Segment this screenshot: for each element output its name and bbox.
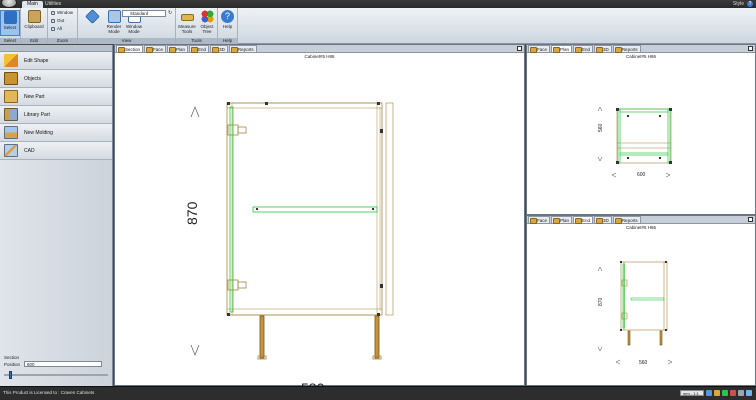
- ruler-icon: [180, 14, 194, 21]
- settings-icon[interactable]: [738, 390, 744, 396]
- refresh-icon[interactable]: ↻: [168, 10, 172, 16]
- end-dim-height: 870: [598, 297, 604, 306]
- tool-edit-shape[interactable]: Edit Shape: [0, 52, 112, 70]
- shelf: [252, 206, 378, 213]
- main-viewport[interactable]: Section Face Plan End 3D Reports Cabinet#5 H8…: [114, 44, 525, 387]
- section-slider-track: [4, 374, 108, 376]
- zoom-all-icon: [51, 27, 55, 31]
- end-drawing: 870 560: [597, 261, 673, 366]
- view-style-select[interactable]: Standard: [122, 10, 166, 17]
- status-bar: This Product is Licensed to : Craven Cab…: [0, 386, 756, 400]
- tool-cad[interactable]: CAD: [0, 142, 112, 160]
- leg-left: [259, 315, 265, 359]
- ortho-icon[interactable]: [722, 390, 728, 396]
- ribbon-group-edit: Clipboard Edit: [21, 8, 48, 44]
- question-icon: ?: [221, 10, 234, 23]
- application-menu-button[interactable]: [1, 0, 17, 8]
- dim-arrow-up: [190, 106, 200, 118]
- ribbon-group-tools: Measure Tools Object Tree Tools: [176, 8, 218, 44]
- zoom-out-button[interactable]: Out: [51, 18, 64, 24]
- zoom-window-button[interactable]: Window: [51, 10, 73, 16]
- ribbon-group-zoom: Window Out All Zoom: [48, 8, 78, 44]
- section-controls: Section Position 600: [4, 355, 108, 379]
- bottom-right-viewport[interactable]: Face Plan End 3D Reports Cabinet#5 H86 870 5…: [526, 215, 756, 386]
- help-icon[interactable]: ?: [747, 1, 753, 7]
- style-menu[interactable]: Style: [733, 1, 744, 7]
- object-tree-icon: [200, 10, 214, 23]
- tab-utilities[interactable]: Utilities: [40, 1, 66, 8]
- ribbon-group-select: Select Select: [0, 8, 21, 44]
- grid-icon[interactable]: [714, 390, 720, 396]
- edit-shape-icon: [4, 54, 18, 67]
- cabinet-outline: [226, 102, 383, 316]
- object-tree-button[interactable]: Object Tree: [197, 10, 217, 36]
- title-bar: Main Utilities Style ?: [0, 0, 756, 8]
- leg-right: [374, 315, 380, 359]
- door-outline: [385, 102, 394, 316]
- dim-arrow-down: [190, 344, 200, 356]
- hinge-cup-bottom: [237, 281, 247, 289]
- position-row: Position 600: [4, 361, 108, 367]
- dim-height-label: 870: [184, 201, 200, 225]
- view-cube-button[interactable]: [81, 9, 103, 36]
- end-outline: [620, 261, 668, 331]
- tool-library-part[interactable]: Library Part: [0, 106, 112, 124]
- ribbon: Select Select Clipboard Edit Window Out …: [0, 8, 756, 44]
- clipboard-icon: [27, 10, 41, 23]
- new-part-icon: [4, 90, 18, 103]
- section-drawing: 870 580: [184, 102, 394, 387]
- select-button[interactable]: Select: [0, 10, 20, 36]
- left-side-panel: [229, 106, 234, 313]
- tool-new-molding[interactable]: New Molding: [0, 124, 112, 142]
- view-cube-icon: [84, 9, 100, 24]
- tool-new-part[interactable]: New Part: [0, 88, 112, 106]
- end-dim-width: 560: [639, 360, 648, 366]
- units-select[interactable]: mm - 1:1: [680, 390, 704, 396]
- objects-icon: [4, 72, 18, 85]
- snap-icon[interactable]: [706, 390, 712, 396]
- object-snap-icon[interactable]: [730, 390, 736, 396]
- tool-objects[interactable]: Objects: [0, 70, 112, 88]
- ribbon-group-help: ? Help Help: [218, 8, 238, 44]
- molding-icon: [4, 126, 18, 139]
- top-right-viewport[interactable]: Face Plan End 3D Reports Cabinet#5 H86 560 6…: [526, 44, 756, 215]
- zoom-all-button[interactable]: All: [51, 26, 62, 32]
- measure-tools-button[interactable]: Measure Tools: [177, 10, 197, 36]
- library-part-icon: [4, 108, 18, 121]
- plan-drawing: 560 600: [597, 106, 672, 178]
- cabinet-inner-outline: [231, 102, 378, 316]
- section-slider[interactable]: [4, 371, 108, 379]
- help-button[interactable]: ? Help: [218, 10, 237, 36]
- tools-panel: Edit Shape Objects New Part Library Part…: [0, 45, 113, 386]
- position-input[interactable]: 600: [24, 361, 103, 367]
- cad-icon: [4, 144, 18, 157]
- tools-panel-header: [0, 45, 112, 52]
- license-text: This Product is Licensed to : Craven Cab…: [3, 390, 95, 395]
- section-label: Section: [4, 355, 20, 360]
- hinge-cup-top: [237, 126, 247, 134]
- info-icon[interactable]: [746, 390, 752, 396]
- ribbon-group-view: Render Mode Window Mode Standard ↻ View: [78, 8, 176, 44]
- zoom-window-icon: [51, 11, 55, 15]
- section-slider-thumb[interactable]: [9, 371, 13, 379]
- zoom-out-icon: [51, 19, 55, 23]
- render-mode-icon: [107, 10, 121, 23]
- plan-dim-depth: 560: [598, 123, 604, 132]
- plan-dim-width: 600: [637, 172, 646, 178]
- cursor-icon: [3, 11, 17, 24]
- position-label: Position: [4, 361, 21, 367]
- clipboard-button[interactable]: Clipboard: [23, 10, 45, 36]
